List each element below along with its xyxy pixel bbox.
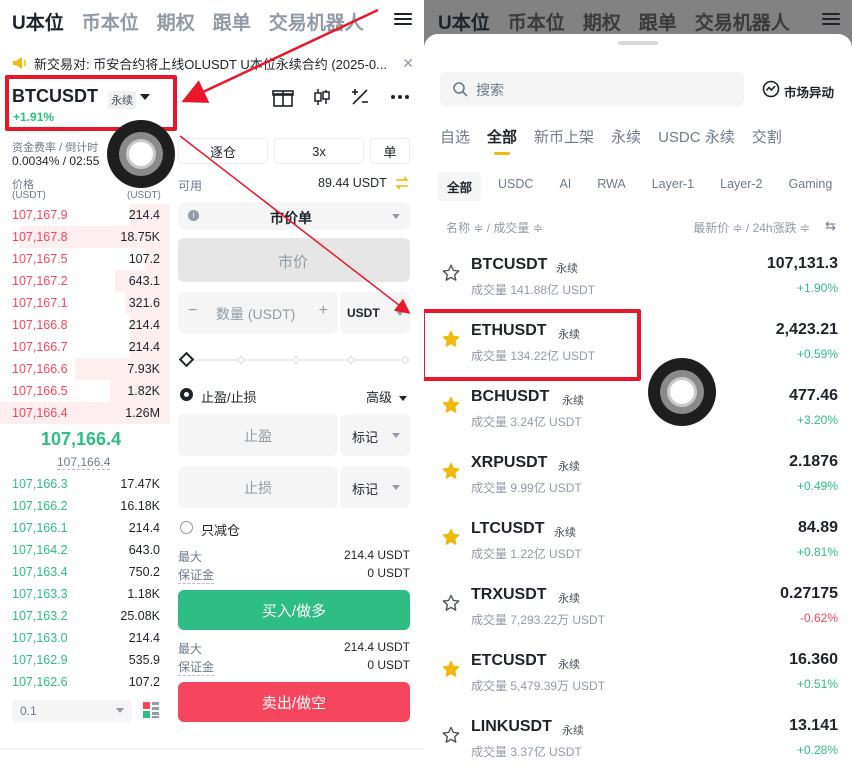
arrow-to-symbol — [181, 8, 379, 103]
annotation-arrows — [179, 8, 411, 314]
arrow-to-ethusdt — [179, 135, 411, 314]
